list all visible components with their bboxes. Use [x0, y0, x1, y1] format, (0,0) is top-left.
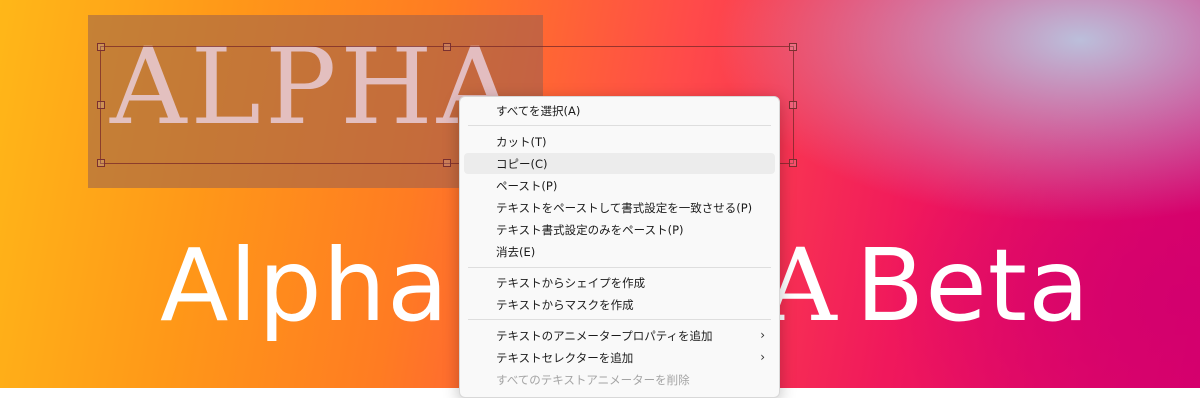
context-menu: すべてを選択(A) カット(T) コピー(C) ペースト(P) テキストをペース…: [459, 96, 780, 398]
menu-separator: [468, 319, 771, 320]
menu-item-label: テキストをペーストして書式設定を一致させる(P): [496, 201, 753, 215]
transform-handle-top-center[interactable]: [443, 43, 451, 51]
transform-handle-top-left[interactable]: [97, 43, 105, 51]
submenu-arrow-icon: ›: [760, 328, 765, 342]
menu-item-label: テキストセレクターを追加: [496, 351, 634, 365]
transform-handle-bottom-right[interactable]: [789, 159, 797, 167]
menu-item-label: テキストのアニメータープロパティを追加: [496, 329, 713, 343]
menu-item-label: 消去(E): [496, 245, 536, 259]
menu-item-label: テキストからシェイプを作成: [496, 276, 646, 290]
menu-item-label: テキストからマスクを作成: [496, 298, 634, 312]
menu-separator: [468, 267, 771, 268]
menu-item-add-animator[interactable]: テキストのアニメータープロパティを追加 ›: [464, 325, 775, 346]
transform-handle-bottom-center[interactable]: [443, 159, 451, 167]
transform-handle-top-right[interactable]: [789, 43, 797, 51]
menu-item-label: ペースト(P): [496, 179, 558, 193]
headline-word-beta: Beta: [855, 227, 1091, 344]
menu-item-label: コピー(C): [496, 157, 548, 171]
menu-item-paste[interactable]: ペースト(P): [464, 175, 775, 196]
menu-item-cut[interactable]: カット(T): [464, 131, 775, 152]
transform-handle-middle-left[interactable]: [97, 101, 105, 109]
submenu-arrow-icon: ›: [760, 350, 765, 364]
menu-item-create-mask[interactable]: テキストからマスクを作成: [464, 294, 775, 315]
menu-item-paste-format-only[interactable]: テキスト書式設定のみをペースト(P): [464, 219, 775, 240]
menu-item-copy[interactable]: コピー(C): [464, 153, 775, 174]
menu-item-label: すべてのテキストアニメーターを削除: [496, 373, 690, 387]
headline-word-alpha: Alpha: [160, 227, 450, 344]
menu-item-select-all[interactable]: すべてを選択(A): [464, 100, 775, 121]
transform-handle-middle-right[interactable]: [789, 101, 797, 109]
menu-item-create-shape[interactable]: テキストからシェイプを作成: [464, 272, 775, 293]
transform-handle-bottom-left[interactable]: [97, 159, 105, 167]
menu-item-label: テキスト書式設定のみをペースト(P): [496, 223, 684, 237]
menu-item-label: すべてを選択(A): [496, 104, 581, 118]
menu-item-remove-animators: すべてのテキストアニメーターを削除: [464, 369, 775, 390]
menu-item-add-selector[interactable]: テキストセレクターを追加 ›: [464, 347, 775, 368]
menu-item-delete[interactable]: 消去(E): [464, 241, 775, 262]
menu-item-label: カット(T): [496, 135, 547, 149]
menu-item-paste-match-format[interactable]: テキストをペーストして書式設定を一致させる(P): [464, 197, 775, 218]
menu-separator: [468, 125, 771, 126]
